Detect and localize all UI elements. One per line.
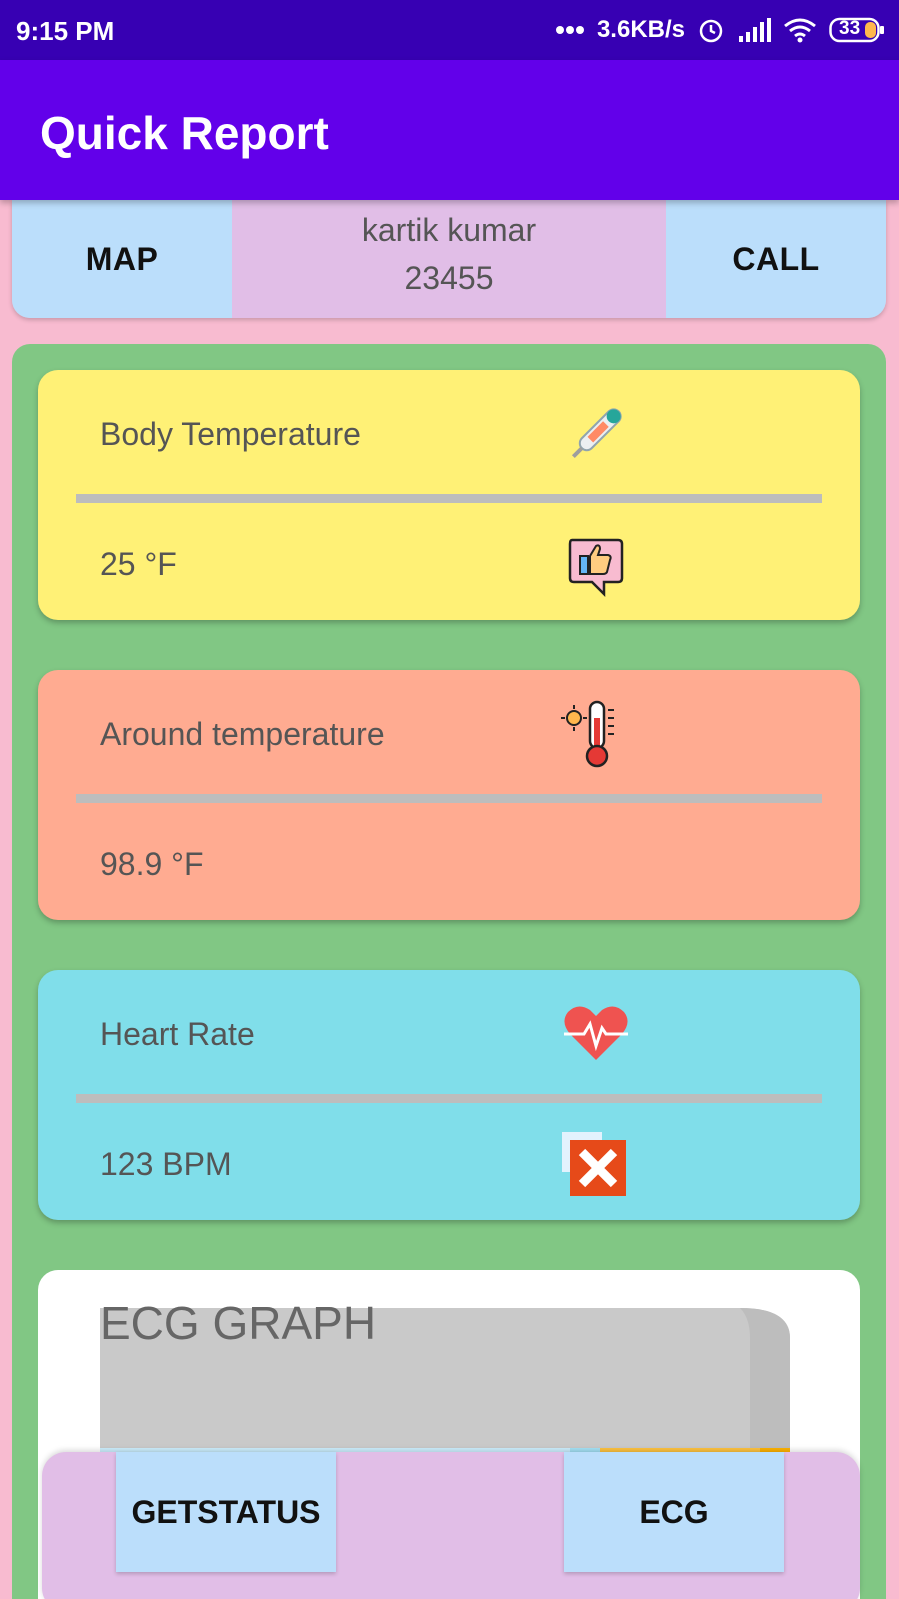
temperature-gauge-icon [560, 698, 632, 770]
around-temperature-value: 98.9 °F [100, 846, 204, 882]
patient-header-card: MAP kartik kumar 23455 CALL [12, 200, 886, 318]
divider [76, 1094, 822, 1103]
battery-icon: 33 [829, 17, 885, 43]
around-temperature-label: Around temperature [100, 716, 385, 752]
status-icons: 3.6KB/s 33 [555, 14, 885, 46]
error-x-icon [560, 1130, 632, 1202]
more-dots-icon [555, 25, 585, 35]
status-time: 9:15 PM [16, 16, 115, 46]
call-button[interactable]: CALL [666, 200, 886, 318]
page-title: Quick Report [40, 107, 329, 159]
ecg-button[interactable]: ECG [564, 1452, 784, 1572]
body-temperature-label: Body Temperature [100, 416, 361, 452]
around-temperature-card: Around temperature 98.9 °F [38, 670, 860, 920]
body-temperature-card: Body Temperature 25 °F [38, 370, 860, 620]
bottom-action-bar: GETSTATUS ECG [42, 1452, 860, 1599]
battery-level: 33 [839, 18, 861, 39]
status-bar: 9:15 PM 3.6KB/s 33 [0, 0, 899, 60]
app-bar: Quick Report [0, 60, 899, 200]
heart-rate-label: Heart Rate [100, 1016, 255, 1052]
alarm-icon [697, 16, 725, 44]
ecg-graph-title: ECG GRAPH [100, 1297, 377, 1349]
map-button[interactable]: MAP [12, 200, 232, 318]
divider [76, 494, 822, 503]
heart-rate-value: 123 BPM [100, 1146, 232, 1182]
thermometer-icon [560, 398, 632, 470]
vitals-panel: Body Temperature 25 °F Around temperatur… [12, 344, 886, 1599]
getstatus-button[interactable]: GETSTATUS [116, 1452, 336, 1572]
heart-rate-card: Heart Rate 123 BPM [38, 970, 860, 1220]
signal-icon [737, 18, 771, 42]
heart-rate-icon [560, 998, 632, 1070]
patient-name: kartik kumar [361, 212, 537, 248]
body-temperature-value: 25 °F [100, 546, 177, 582]
divider [76, 794, 822, 803]
wifi-icon [783, 17, 817, 43]
network-speed: 3.6KB/s [596, 16, 685, 43]
patient-id: 23455 [404, 260, 494, 296]
patient-info: kartik kumar 23455 [232, 200, 666, 318]
thumbs-up-icon [560, 530, 632, 602]
